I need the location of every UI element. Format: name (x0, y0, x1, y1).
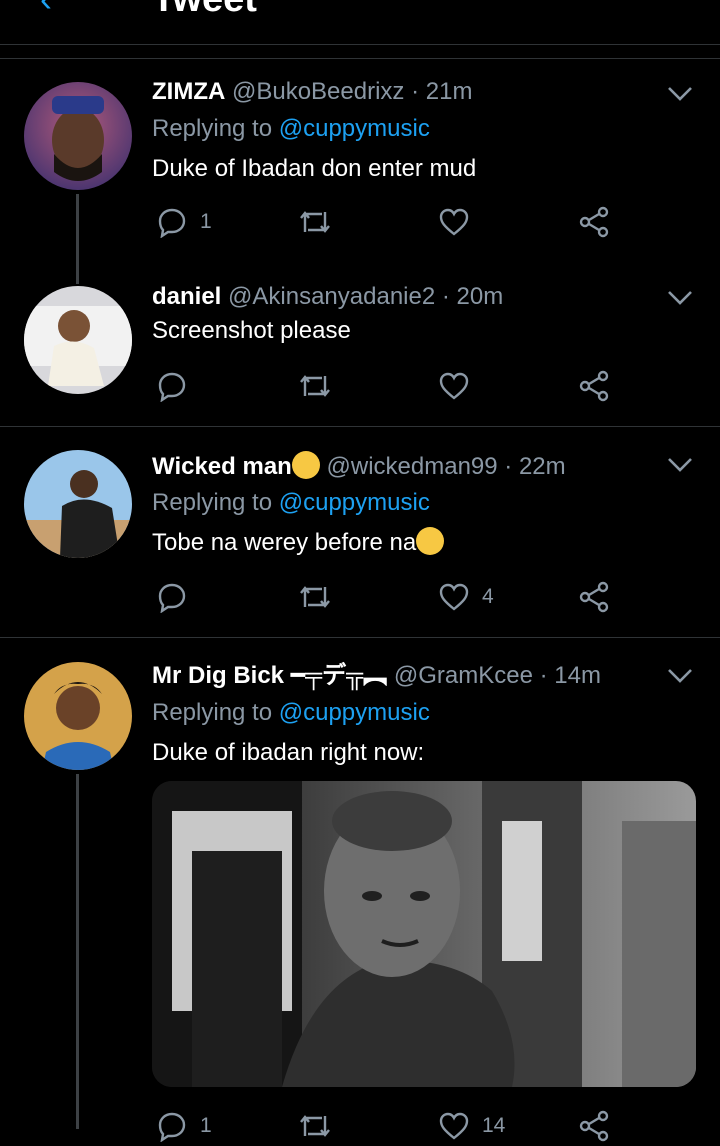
reply-button[interactable] (156, 577, 200, 617)
reply-icon (158, 372, 186, 402)
retweet-icon (300, 586, 330, 608)
heart-icon (439, 208, 469, 236)
user-handle[interactable]: @wickedman99 (327, 453, 498, 480)
retweet-icon (300, 211, 330, 233)
chevron-down-icon[interactable] (666, 666, 694, 686)
heart-icon (439, 372, 469, 400)
action-bar (152, 366, 622, 406)
like-button[interactable] (438, 366, 482, 406)
tweet-text-line: Tobe na werey before na (152, 527, 445, 558)
tweet-text: Tobe na werey before na (152, 529, 417, 556)
timestamp: 22m (518, 453, 566, 480)
replying-label: Replying to (152, 115, 273, 142)
header-divider (0, 44, 720, 45)
separator-dot: · (441, 283, 450, 310)
reply-count: 1 (200, 1114, 212, 1137)
avatar[interactable] (24, 662, 132, 770)
display-name-decoration: ━╤デ╦︻ (290, 662, 388, 689)
timestamp: 14m (554, 662, 601, 689)
divider (0, 58, 720, 59)
avatar[interactable] (24, 286, 132, 394)
mention-link[interactable]: @cuppymusic (279, 489, 430, 516)
tweet-text: Duke of Ibadan don enter mud (152, 155, 477, 182)
user-handle[interactable]: @BukoBeedrixz (232, 78, 404, 105)
action-bar: 1 14 (152, 1106, 622, 1146)
tweet-header: daniel @Akinsanyadanie2 · 20m (152, 282, 503, 312)
share-icon (579, 370, 609, 402)
share-icon (579, 581, 609, 613)
replying-to-line: Replying to @cuppymusic (152, 488, 430, 518)
timestamp: 21m (425, 78, 473, 105)
retweet-button[interactable] (298, 366, 344, 406)
heart-icon (439, 583, 469, 611)
page-title: Tweet (152, 0, 257, 21)
share-icon (579, 1110, 609, 1142)
share-button[interactable] (578, 366, 610, 406)
display-name[interactable]: daniel (152, 283, 221, 310)
action-bar: 4 (152, 577, 622, 617)
chevron-down-icon[interactable] (666, 288, 694, 308)
chevron-down-icon[interactable] (666, 84, 694, 104)
replying-to-line: Replying to @cuppymusic (152, 698, 430, 728)
reply-icon (158, 1112, 186, 1142)
chevron-down-icon[interactable] (666, 455, 694, 475)
like-button[interactable]: 14 (438, 1106, 505, 1146)
replying-label: Replying to (152, 699, 273, 726)
heart-icon (439, 1112, 469, 1140)
tweet-header: Wicked man @wickedman99 · 22m (152, 451, 566, 482)
tweet-photo[interactable] (152, 781, 696, 1087)
reply-icon (158, 208, 186, 238)
divider (0, 637, 720, 638)
replying-to-line: Replying to @cuppymusic (152, 114, 430, 144)
like-count: 4 (482, 585, 494, 608)
display-name[interactable]: ZIMZA (152, 78, 225, 105)
display-name[interactable]: Wicked man (152, 453, 292, 480)
laughing-tears-emoji-icon (416, 527, 445, 555)
zany-face-emoji-icon (291, 451, 320, 479)
reply-icon (158, 583, 186, 613)
retweet-icon (300, 375, 330, 397)
user-handle[interactable]: @Akinsanyadanie2 (228, 283, 435, 310)
separator-dot: · (411, 78, 420, 105)
retweet-button[interactable] (298, 1106, 344, 1146)
back-arrow-icon[interactable]: ‹ (40, 0, 52, 20)
tweet-header: ZIMZA @BukoBeedrixz · 21m (152, 77, 472, 107)
retweet-button[interactable] (298, 202, 344, 242)
reply-button[interactable]: 1 (156, 202, 212, 242)
thread-connector (76, 774, 79, 1129)
tweet-header: Mr Dig Bick ━╤デ╦︻ @GramKcee · 14m (152, 661, 601, 691)
divider (0, 426, 720, 427)
action-bar: 1 (152, 202, 622, 242)
share-button[interactable] (578, 202, 610, 242)
share-icon (579, 206, 609, 238)
mention-link[interactable]: @cuppymusic (279, 115, 430, 142)
replying-label: Replying to (152, 489, 273, 516)
display-name[interactable]: Mr Dig Bick (152, 662, 284, 689)
photo-image (152, 781, 696, 1087)
retweet-icon (300, 1115, 330, 1137)
like-count: 14 (482, 1114, 506, 1137)
thread-connector (76, 194, 79, 284)
avatar[interactable] (24, 82, 132, 190)
reply-button[interactable] (156, 366, 200, 406)
separator-dot: · (504, 453, 513, 480)
timestamp: 20m (456, 283, 504, 310)
reply-count: 1 (200, 210, 212, 233)
tweet-text: Duke of ibadan right now: (152, 739, 425, 766)
like-button[interactable]: 4 (438, 577, 494, 617)
tweet-text: Screenshot please (152, 317, 351, 344)
top-bar: ‹ Tweet (0, 0, 720, 44)
share-button[interactable] (578, 577, 610, 617)
retweet-button[interactable] (298, 577, 344, 617)
mention-link[interactable]: @cuppymusic (279, 699, 430, 726)
like-button[interactable] (438, 202, 482, 242)
share-button[interactable] (578, 1106, 610, 1146)
reply-button[interactable]: 1 (156, 1106, 212, 1146)
avatar[interactable] (24, 450, 132, 558)
user-handle[interactable]: @GramKcee (394, 662, 533, 689)
separator-dot: · (539, 662, 548, 689)
